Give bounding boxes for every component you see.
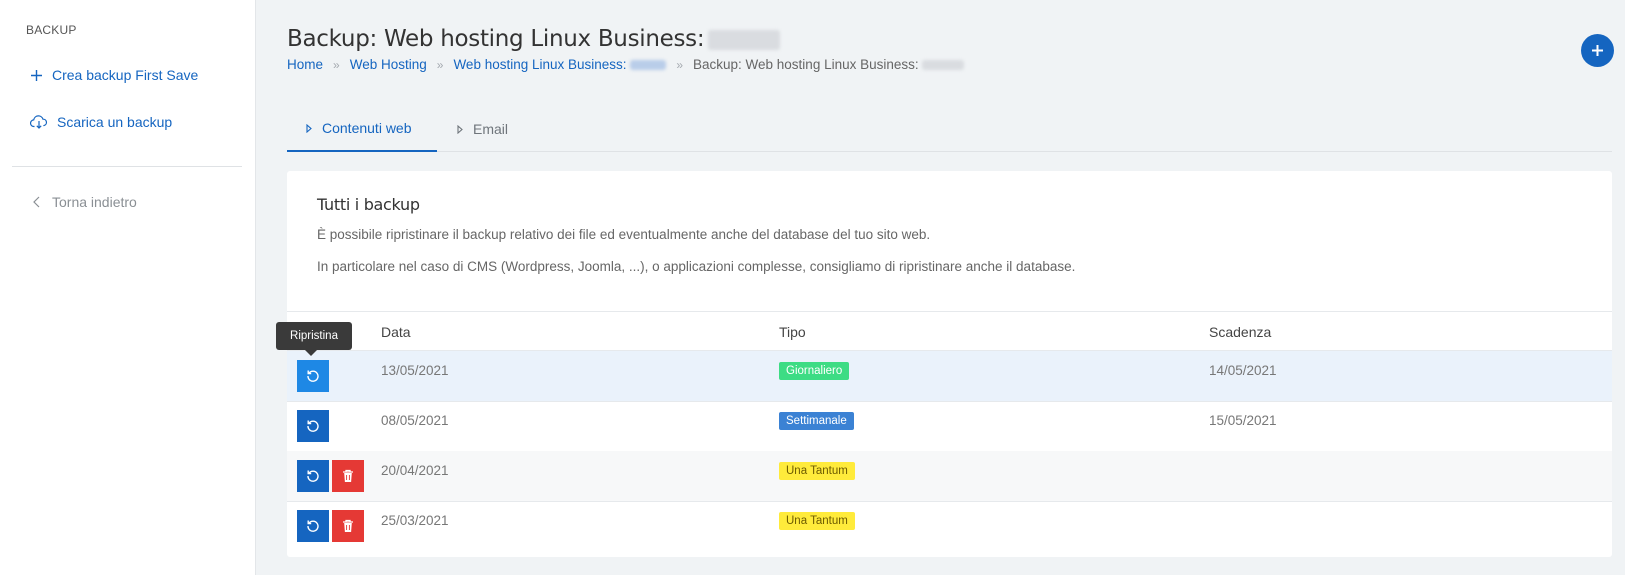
download-backup-label: Scarica un backup	[57, 114, 173, 130]
type-badge: Una Tantum	[779, 462, 855, 480]
column-header-data: Data	[381, 324, 411, 340]
restore-icon	[307, 520, 319, 532]
cell-tipo: Settimanale	[779, 412, 854, 430]
tab-label: Contenuti web	[322, 120, 412, 136]
restore-tooltip: Ripristina	[276, 322, 352, 356]
tab-label: Email	[473, 121, 509, 137]
restore-button[interactable]	[297, 410, 329, 442]
breadcrumb-web-hosting[interactable]: Web Hosting	[350, 57, 427, 72]
cell-scadenza: 14/05/2021	[1209, 363, 1277, 378]
table-row: 25/03/2021 Una Tantum	[287, 501, 1612, 552]
restore-button[interactable]	[297, 510, 329, 542]
redacted-service-id	[922, 60, 965, 71]
card-title: Tutti i backup	[317, 195, 420, 214]
breadcrumb-service[interactable]: Web hosting Linux Business:	[453, 57, 667, 72]
sidebar-divider	[12, 166, 242, 167]
trash-icon	[343, 469, 353, 482]
breadcrumb-current-label: Backup: Web hosting Linux Business:	[693, 57, 919, 72]
breadcrumb-separator: »	[333, 57, 340, 72]
card-description-cms: In particolare nel caso di CMS (Wordpres…	[317, 259, 1076, 274]
cell-tipo: Una Tantum	[779, 512, 855, 530]
add-button[interactable]	[1581, 34, 1614, 67]
tab-contenuti-web[interactable]: Contenuti web	[287, 106, 437, 152]
cell-scadenza: 15/05/2021	[1209, 413, 1277, 428]
cloud-download-icon	[30, 115, 48, 129]
table-row: 08/05/2021 Settimanale 15/05/2021	[287, 401, 1612, 452]
type-badge: Settimanale	[779, 412, 854, 430]
plus-icon	[1592, 45, 1603, 56]
redacted-service-id	[708, 29, 781, 50]
breadcrumb: Home » Web Hosting » Web hosting Linux B…	[287, 57, 965, 72]
backups-card: Tutti i backup È possibile ripristinare …	[287, 171, 1612, 557]
back-link[interactable]: Torna indietro	[33, 194, 137, 210]
cell-data: 25/03/2021	[381, 513, 449, 528]
delete-button[interactable]	[332, 510, 364, 542]
type-badge: Una Tantum	[779, 512, 855, 530]
breadcrumb-separator: »	[676, 57, 683, 72]
breadcrumb-separator: »	[436, 57, 444, 72]
type-badge: Giornaliero	[779, 362, 850, 380]
delete-button[interactable]	[332, 460, 364, 492]
page-title: Backup: Web hosting Linux Business:	[287, 26, 781, 52]
breadcrumb-home[interactable]: Home	[287, 57, 323, 72]
triangle-right-icon	[457, 124, 463, 134]
cell-tipo: Giornaliero	[779, 362, 850, 380]
table-row: 20/04/2021 Una Tantum	[287, 451, 1612, 502]
cell-data: 20/04/2021	[381, 463, 449, 478]
redacted-service-id	[630, 60, 667, 71]
page-title-text: Backup: Web hosting Linux Business:	[287, 26, 705, 52]
column-header-scadenza: Scadenza	[1209, 324, 1272, 340]
restore-button[interactable]	[297, 460, 329, 492]
column-header-tipo: Tipo	[779, 324, 806, 340]
sidebar: BACKUP Crea backup First Save Scarica un…	[0, 0, 256, 575]
sidebar-heading: BACKUP	[26, 23, 77, 37]
tabs-bar: Contenuti web Email	[287, 106, 1612, 152]
download-backup-link[interactable]: Scarica un backup	[30, 114, 172, 130]
breadcrumb-current: Backup: Web hosting Linux Business:	[693, 57, 965, 72]
table-row: 13/05/2021 Giornaliero 14/05/2021	[287, 351, 1612, 402]
cell-data: 13/05/2021	[381, 363, 449, 378]
trash-icon	[343, 519, 353, 532]
restore-icon	[307, 420, 319, 432]
triangle-right-icon	[306, 123, 312, 133]
back-label: Torna indietro	[52, 194, 137, 210]
table-header: Data Tipo Scadenza	[287, 311, 1612, 351]
tab-email[interactable]: Email	[457, 106, 547, 152]
restore-icon	[307, 470, 319, 482]
card-description: È possibile ripristinare il backup relat…	[317, 227, 931, 242]
create-backup-label: Crea backup First Save	[52, 67, 199, 83]
chevron-left-icon	[33, 196, 40, 208]
cell-data: 08/05/2021	[381, 413, 449, 428]
cell-tipo: Una Tantum	[779, 462, 855, 480]
restore-button[interactable]	[297, 360, 329, 392]
create-backup-link[interactable]: Crea backup First Save	[30, 67, 198, 83]
breadcrumb-service-label: Web hosting Linux Business:	[453, 57, 627, 72]
restore-icon	[307, 370, 319, 382]
plus-icon	[31, 69, 42, 81]
